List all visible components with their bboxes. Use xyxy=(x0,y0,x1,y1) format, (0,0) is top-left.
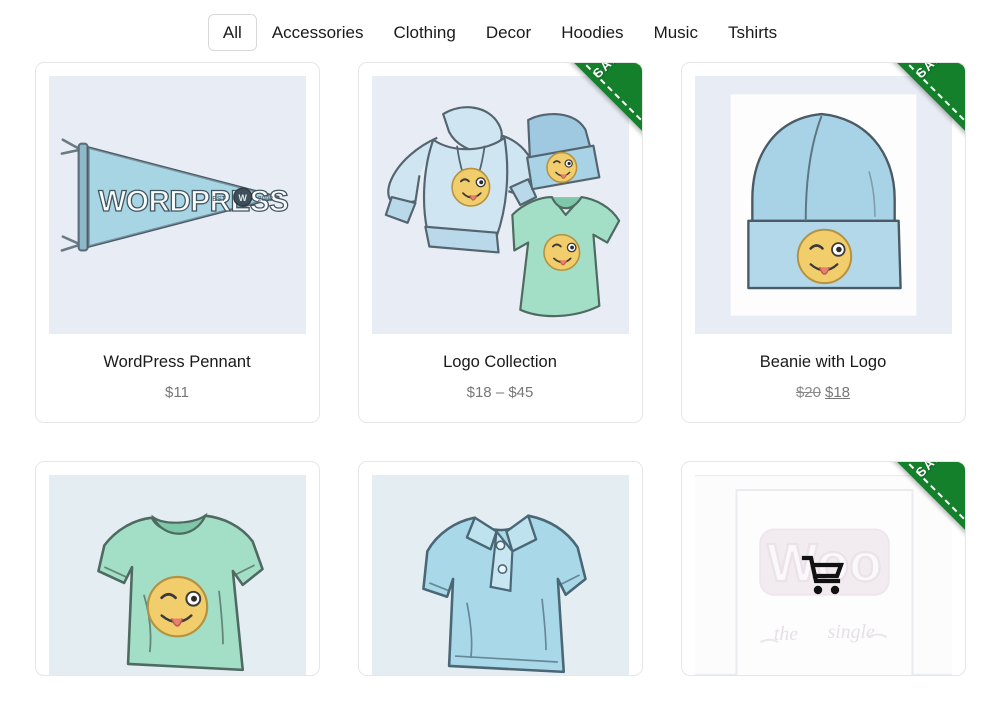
product-thumbnail[interactable] xyxy=(694,76,952,334)
filter-tab-all[interactable]: All xyxy=(207,13,257,51)
filter-tab-label: Decor xyxy=(485,22,532,42)
filter-tab-music[interactable]: Music xyxy=(639,14,713,51)
sale-ribbon-label: SALE xyxy=(912,462,951,480)
product-info: Logo Collection $18 – $45 xyxy=(372,334,629,422)
blue-polo-illustration xyxy=(371,475,629,674)
logo-collection-illustration xyxy=(371,76,629,334)
product-card-beanie-with-logo[interactable]: SALE Beanie with Logo xyxy=(680,62,966,423)
svg-text:EST: EST xyxy=(212,196,226,203)
filter-tab-decor[interactable]: Decor xyxy=(471,14,546,51)
svg-text:W: W xyxy=(238,193,247,203)
filter-tab-label: Clothing xyxy=(393,22,456,42)
product-title: WordPress Pennant xyxy=(103,353,251,371)
filter-tab-label: Tshirts xyxy=(727,22,778,42)
product-thumbnail[interactable]: Woo the single xyxy=(694,474,952,675)
product-grid: WORDPRESS W EST 2003 WordPress Pennant $… xyxy=(0,62,1000,676)
filter-tab-accessories[interactable]: Accessories xyxy=(257,14,379,51)
green-tshirt-illustration xyxy=(48,475,306,674)
product-card-woo-single-album[interactable]: SALE Woo the single xyxy=(680,460,966,676)
price-value: $11 xyxy=(165,383,189,401)
price-original: $20 xyxy=(795,383,821,401)
filter-tab-clothing[interactable]: Clothing xyxy=(378,14,470,51)
product-card-wordpress-pennant[interactable]: WORDPRESS W EST 2003 WordPress Pennant $… xyxy=(34,62,320,423)
product-info: WordPress Pennant $11 xyxy=(49,334,306,422)
product-thumbnail[interactable] xyxy=(371,474,629,675)
price-sale: $18 xyxy=(825,383,851,401)
category-filter-bar: All Accessories Clothing Decor Hoodies M… xyxy=(0,0,1000,62)
product-thumbnail[interactable]: WORDPRESS W EST 2003 xyxy=(48,76,306,334)
filter-tab-tshirts[interactable]: Tshirts xyxy=(713,14,792,51)
product-price: $18 – $45 xyxy=(378,384,623,402)
sale-ribbon-label: SALE xyxy=(912,63,951,81)
shopping-cart-icon[interactable] xyxy=(801,554,845,596)
product-title: Logo Collection xyxy=(443,353,557,371)
filter-tab-hoodies[interactable]: Hoodies xyxy=(546,14,638,51)
price-value: $18 – $45 xyxy=(466,383,534,401)
filter-tab-label: Accessories xyxy=(271,22,364,42)
product-thumbnail[interactable] xyxy=(48,474,306,675)
wordpress-pennant-illustration: WORDPRESS W EST 2003 xyxy=(48,76,306,334)
product-thumbnail[interactable] xyxy=(371,76,629,334)
product-price: $11 xyxy=(55,384,300,402)
product-info: Beanie with Logo $20 $18 xyxy=(695,334,952,422)
filter-tab-label: All xyxy=(222,22,242,42)
filter-tab-label: Music xyxy=(653,22,698,42)
product-card-logo-collection[interactable]: SALE xyxy=(357,62,643,423)
product-card-polo-blue[interactable] xyxy=(357,460,643,676)
sale-ribbon-label: SALE xyxy=(589,63,628,81)
product-price: $20 $18 xyxy=(701,384,946,402)
product-card-tshirt-green[interactable] xyxy=(34,460,320,676)
beanie-illustration xyxy=(694,76,952,334)
album-subtitle-single: single xyxy=(827,621,874,643)
svg-text:2003: 2003 xyxy=(257,196,273,203)
filter-tab-label: Hoodies xyxy=(561,22,624,42)
product-title: Beanie with Logo xyxy=(759,353,887,371)
